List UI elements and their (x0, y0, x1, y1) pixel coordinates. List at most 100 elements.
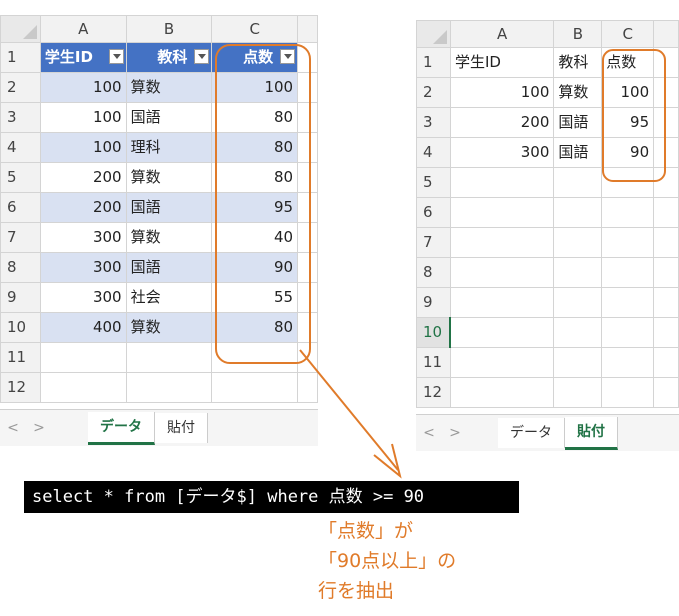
cell[interactable] (653, 77, 679, 108)
filter-dropdown-icon[interactable] (280, 49, 296, 64)
cell[interactable]: 国語 (125, 192, 213, 223)
row-header[interactable]: 3 (416, 107, 451, 138)
cell[interactable] (601, 257, 655, 288)
cell[interactable] (297, 72, 318, 103)
row-header[interactable]: 1 (416, 47, 451, 78)
cell[interactable] (601, 347, 655, 378)
row-header[interactable]: 12 (416, 377, 451, 408)
cell[interactable] (449, 197, 555, 228)
cell[interactable]: 国語 (125, 102, 213, 133)
cell[interactable] (449, 167, 555, 198)
table-header-student-id[interactable]: 学生ID (39, 42, 127, 73)
row-header[interactable]: 12 (0, 372, 41, 403)
cell[interactable] (653, 317, 679, 348)
cell[interactable] (211, 372, 299, 403)
cell[interactable] (297, 42, 318, 73)
row-header-selected[interactable]: 10 (416, 317, 452, 348)
cell[interactable] (601, 287, 655, 318)
cell[interactable]: 点数 (601, 47, 655, 78)
row-header[interactable]: 2 (0, 72, 41, 103)
row-header[interactable]: 4 (0, 132, 41, 163)
row-header[interactable]: 9 (416, 287, 451, 318)
column-header-d[interactable] (297, 15, 318, 43)
tab-data[interactable]: データ (498, 418, 565, 448)
cell[interactable] (211, 342, 299, 373)
cell[interactable] (553, 317, 603, 348)
cell[interactable]: 国語 (553, 137, 603, 168)
filter-dropdown-icon[interactable] (108, 49, 124, 64)
scroll-tabs-left-icon[interactable]: < (0, 420, 26, 436)
cell[interactable] (125, 372, 213, 403)
cell[interactable]: 100 (39, 72, 127, 103)
cell[interactable]: 200 (449, 107, 555, 138)
cell[interactable]: 算数 (125, 222, 213, 253)
cell[interactable] (653, 107, 679, 138)
row-header[interactable]: 3 (0, 102, 41, 133)
cell[interactable] (297, 132, 318, 163)
cell[interactable] (553, 287, 603, 318)
row-header[interactable]: 7 (416, 227, 451, 258)
row-header[interactable]: 2 (416, 77, 451, 108)
cell[interactable]: 400 (39, 312, 127, 343)
column-header-c[interactable]: C (601, 20, 655, 48)
cell[interactable]: 社会 (125, 282, 213, 313)
column-header-a[interactable]: A (449, 20, 555, 48)
cell[interactable]: 300 (39, 222, 127, 253)
cell[interactable] (553, 197, 603, 228)
row-header[interactable]: 8 (0, 252, 41, 283)
cell[interactable]: 算数 (125, 72, 213, 103)
tab-paste[interactable]: 貼付 (155, 413, 208, 443)
scroll-tabs-right-icon[interactable]: > (26, 420, 52, 436)
cell[interactable]: 55 (211, 282, 299, 313)
table-header-score[interactable]: 点数 (211, 42, 299, 73)
cell[interactable]: 国語 (553, 107, 603, 138)
cell[interactable]: 100 (211, 72, 299, 103)
row-header[interactable]: 9 (0, 282, 41, 313)
cell[interactable] (553, 377, 603, 408)
cell[interactable]: 80 (211, 312, 299, 343)
cell[interactable]: 算数 (125, 162, 213, 193)
cell[interactable] (653, 257, 679, 288)
select-all-corner[interactable] (416, 20, 451, 48)
scroll-tabs-left-icon[interactable]: < (416, 425, 442, 441)
tab-data[interactable]: データ (88, 411, 155, 445)
cell[interactable]: 300 (39, 252, 127, 283)
row-header[interactable]: 11 (416, 347, 451, 378)
cell[interactable] (297, 282, 318, 313)
cell[interactable] (449, 347, 555, 378)
cell[interactable] (125, 342, 213, 373)
cell[interactable] (39, 342, 127, 373)
row-header[interactable]: 5 (0, 162, 41, 193)
column-header-c[interactable]: C (211, 15, 299, 43)
row-header[interactable]: 6 (0, 192, 41, 223)
cell[interactable]: 300 (449, 137, 555, 168)
filter-dropdown-icon[interactable] (194, 49, 210, 64)
cell[interactable] (653, 197, 679, 228)
row-header[interactable]: 1 (0, 42, 41, 73)
cell[interactable] (553, 347, 603, 378)
cell[interactable]: 90 (211, 252, 299, 283)
cell[interactable] (449, 317, 555, 348)
cell[interactable] (297, 312, 318, 343)
cell[interactable] (653, 137, 679, 168)
cell[interactable] (653, 377, 679, 408)
cell[interactable]: 100 (39, 132, 127, 163)
row-header[interactable]: 5 (416, 167, 451, 198)
tab-paste[interactable]: 貼付 (565, 416, 618, 450)
cell[interactable] (297, 102, 318, 133)
cell[interactable] (39, 372, 127, 403)
row-header[interactable]: 10 (0, 312, 41, 343)
cell[interactable]: 90 (601, 137, 655, 168)
cell[interactable]: 100 (601, 77, 655, 108)
row-header[interactable]: 4 (416, 137, 451, 168)
cell[interactable] (297, 192, 318, 223)
cell[interactable] (553, 227, 603, 258)
cell[interactable]: 95 (601, 107, 655, 138)
cell[interactable]: 200 (39, 162, 127, 193)
cell[interactable]: 300 (39, 282, 127, 313)
cell[interactable] (601, 377, 655, 408)
cell[interactable]: 80 (211, 102, 299, 133)
column-header-b[interactable]: B (553, 20, 603, 48)
cell[interactable]: 学生ID (449, 47, 555, 78)
column-header-b[interactable]: B (125, 15, 213, 43)
